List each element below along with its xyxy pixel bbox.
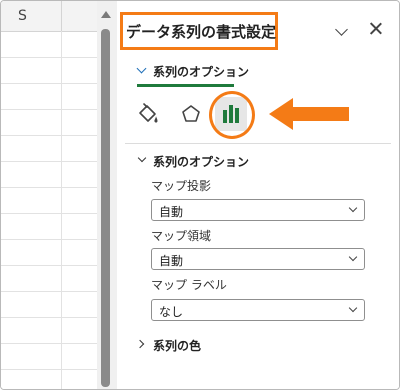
grid-line <box>1 265 97 266</box>
grid-line <box>1 187 97 188</box>
chevron-down-icon <box>348 303 358 313</box>
section-title: 系列の色 <box>153 339 202 353</box>
grid-line <box>1 109 97 110</box>
pentagon-icon <box>182 105 200 122</box>
select-value: 自動 <box>159 254 184 268</box>
map-labels-label: マップ ラベル <box>151 278 227 292</box>
column-divider <box>61 1 62 31</box>
grid-line <box>1 239 97 240</box>
chevron-down-icon <box>136 63 147 74</box>
highlight-circle <box>209 91 255 139</box>
grid-line <box>1 317 97 318</box>
section-title: 系列のオプション <box>153 155 250 169</box>
window-frame: S データ系列の書式設定 系列のオプション 系列のオプション マップ投影 自動 … <box>0 0 400 390</box>
column-header-row: S <box>1 1 97 32</box>
map-labels-select[interactable]: なし <box>151 299 365 321</box>
select-value: 自動 <box>159 205 184 219</box>
map-area-select[interactable]: 自動 <box>151 248 365 270</box>
pane-options-chevron-icon[interactable] <box>335 23 348 36</box>
format-data-series-pane: データ系列の書式設定 系列のオプション 系列のオプション マップ投影 自動 マッ… <box>117 1 399 389</box>
grid-line <box>1 161 97 162</box>
chevron-right-icon <box>135 339 145 349</box>
pane-title: データ系列の書式設定 <box>126 23 277 41</box>
map-projection-label: マップ投影 <box>151 179 212 193</box>
tab-active-indicator <box>137 84 234 87</box>
chevron-down-icon <box>348 203 358 213</box>
fill-line-button[interactable] <box>134 99 162 129</box>
grid-line <box>1 213 97 214</box>
divider <box>125 143 391 144</box>
fill-bucket-icon <box>139 103 158 123</box>
effects-button[interactable] <box>177 99 205 129</box>
map-area-label: マップ領域 <box>151 229 212 243</box>
arrow-left-icon <box>269 98 349 130</box>
column-header-s[interactable]: S <box>18 8 27 24</box>
vertical-scrollbar[interactable] <box>97 1 117 389</box>
grid-line <box>1 57 97 58</box>
scroll-up-arrow-icon[interactable] <box>101 11 111 18</box>
grid-line <box>61 31 62 389</box>
chevron-down-icon <box>137 153 147 163</box>
tab-label: 系列のオプション <box>153 65 250 79</box>
grid-line <box>1 291 97 292</box>
close-icon[interactable] <box>367 20 385 38</box>
grid-line <box>1 343 97 344</box>
grid-line <box>1 83 97 84</box>
chevron-down-icon <box>348 252 358 262</box>
grid-line <box>1 135 97 136</box>
spreadsheet-area[interactable]: S <box>1 1 97 389</box>
grid-line <box>1 369 97 370</box>
select-value: なし <box>159 305 184 319</box>
scrollbar-thumb[interactable] <box>101 29 110 387</box>
map-projection-select[interactable]: 自動 <box>151 199 365 221</box>
